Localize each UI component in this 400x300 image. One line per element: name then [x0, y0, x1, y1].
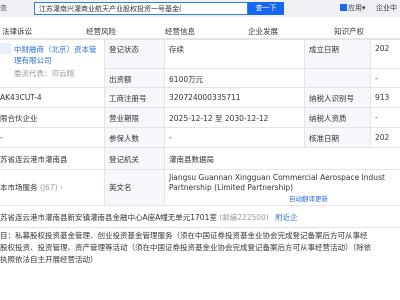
tab-operation-info[interactable]: 经营信息	[165, 26, 195, 37]
top-bar: 查 江苏灌南兴灌商业航天产业股权投资一号基金( 查一下 应用▾ 企业中	[0, 0, 400, 17]
taxpayer-qual-value: -	[375, 113, 378, 122]
partner-name-link[interactable]: 中财融商（北京）资本管	[14, 44, 97, 55]
partner-logo	[0, 43, 11, 54]
scope-line-2: 股权投资、投资管理、资产管理等活动（须在中国证券投资基金业协会完成登记备案后方可…	[0, 243, 372, 252]
taxpayer-qual-value-cell: -	[370, 108, 400, 127]
reg-authority-value-cell: 灌南县数据局	[164, 148, 400, 169]
english-name-label-cell: 英文名	[104, 170, 164, 205]
biz-term-label: 营业期限	[109, 114, 139, 123]
established-value: 202	[375, 44, 390, 53]
credit-code-value: AK43CUT-4	[0, 93, 42, 102]
reg-status-value: 存续	[169, 45, 184, 54]
established-label: 成立日期	[309, 45, 339, 54]
insured-label-cell: 参保人数	[104, 128, 164, 147]
contribution-label: 出资额	[109, 75, 132, 84]
taxpayer-id-value: 913	[375, 93, 390, 102]
industry-code: (J67)	[39, 183, 58, 192]
scope-line-3: 执照依法自主开展经营活动）	[0, 255, 98, 264]
biz-term-label-cell: 营业期限	[104, 108, 164, 127]
region-cell: 苏省连云港市灌南县	[0, 148, 104, 169]
scope-line-1: 目：私募股权投资基金管理、创业投资基金管理服务（须在中国证券投资基金业协会完成登…	[0, 231, 368, 240]
contribution-label-cell: 出资额	[104, 69, 164, 87]
table-row: 本市场服务 (J67) › 英文名 Jiangsu Guannan Xinggu…	[0, 170, 400, 206]
blank-value: -	[0, 133, 3, 142]
table-row: 限合伙企业 营业期限 2025-12-12 至 2030-12-12 纳税人资质…	[0, 108, 400, 128]
table-row: 目：私募股权投资基金管理、创业投资基金管理服务（须在中国证券投资基金业协会完成登…	[0, 228, 400, 270]
search-input[interactable]: 江苏灌南兴灌商业航天产业股权投资一号基金(	[34, 2, 248, 15]
approved-label: 核准日期	[309, 134, 339, 143]
partner-cell: 中财融商（北京）资本管 理有限公司 委派代表：邓云翔	[0, 40, 104, 87]
reg-authority-value: 灌南县数据局	[169, 155, 214, 164]
chevron-right-icon[interactable]: ›	[60, 183, 63, 192]
apps-grid-icon	[340, 4, 347, 11]
blank-cell: -	[0, 128, 104, 147]
auto-translate-link[interactable]: 自动翻译更新	[289, 193, 328, 203]
table-row: - 参保人数 - 核准日期 202	[0, 128, 400, 148]
entity-type-value: 限合伙企业	[0, 114, 38, 123]
section-tabs: 法律诉讼 经营风险 经营信息 企业发展 知识产权	[0, 26, 400, 39]
approved-value: 202	[375, 133, 390, 142]
insured-value-cell: -	[164, 128, 304, 147]
tab-ip[interactable]: 知识产权	[334, 26, 364, 37]
biz-reg-value-cell: 320724000335711	[164, 88, 304, 107]
business-scope-cell: 目：私募股权投资基金管理、创业投资基金管理服务（须在中国证券投资基金业协会完成登…	[0, 228, 400, 270]
region-value: 苏省连云港市灌南县	[0, 155, 68, 164]
nearby-companies-link[interactable]: 附近企	[275, 213, 298, 222]
credit-code-cell: AK43CUT-4	[0, 88, 104, 107]
reg-status-label: 登记状态	[109, 45, 139, 54]
english-name-line2: Partnership (Limited Partnership)	[169, 183, 294, 192]
contribution-right-value-cell: -	[370, 69, 400, 87]
contribution-right-label-cell	[304, 69, 370, 87]
delegate-label: 委派代表：	[14, 69, 52, 78]
reg-authority-label: 登记机关	[109, 155, 139, 164]
reg-authority-label-cell: 登记机关	[104, 148, 164, 169]
biz-term-value-cell: 2025-12-12 至 2030-12-12	[164, 108, 304, 127]
business-info-table: 中财融商（北京）资本管 理有限公司 委派代表：邓云翔 登记状态 存续 成立日期 …	[0, 39, 400, 264]
insured-value: -	[169, 133, 172, 142]
table-row: 苏省连云港市灌南县 登记机关 灌南县数据局	[0, 148, 400, 170]
industry-value: 本市场服务	[0, 183, 38, 192]
english-name-value-cell: Jiangsu Guannan Xingguan Commercial Aero…	[164, 170, 400, 205]
postal-code: (邮编222500)	[219, 213, 269, 222]
contribution-value: 6100万元	[169, 75, 204, 84]
approved-label-cell: 核准日期	[304, 128, 370, 147]
industry-cell: 本市场服务 (J67) ›	[0, 170, 104, 205]
biz-reg-label-cell: 工商注册号	[104, 88, 164, 107]
chevron-down-icon: ▾	[362, 4, 366, 12]
brand-logo[interactable]: 查	[0, 3, 14, 14]
address-value: 苏省连云港市灌南县新安镇灌南县金融中心A座A幢无单元1701室	[0, 213, 217, 222]
enterprise-center-link[interactable]: 企业中	[376, 3, 397, 13]
table-row: 出资额 6100万元 -	[104, 68, 400, 88]
app-menu-button[interactable]: 应用▾	[340, 3, 366, 13]
english-name-line1: Jiangsu Guannan Xingguan Commercial Aero…	[169, 173, 385, 182]
entity-type-cell: 限合伙企业	[0, 108, 104, 127]
taxpayer-qual-label-cell: 纳税人资质	[304, 108, 370, 127]
table-row: 苏省连云港市灌南县新安镇灌南县金融中心A座A幢无单元1701室 (邮编22250…	[0, 206, 400, 228]
taxpayer-id-value-cell: 913	[370, 88, 400, 107]
address-cell: 苏省连云港市灌南县新安镇灌南县金融中心A座A幢无单元1701室 (邮编22250…	[0, 206, 400, 227]
taxpayer-qual-label: 纳税人资质	[309, 114, 347, 123]
contribution-value-cell: 6100万元	[164, 69, 304, 87]
tab-development[interactable]: 企业发展	[248, 26, 278, 37]
english-name-label: 英文名	[109, 183, 132, 192]
delegate-name[interactable]: 邓云翔	[52, 69, 75, 78]
contribution-right-value: -	[375, 74, 378, 83]
app-menu-label: 应用	[348, 4, 362, 12]
tab-legal[interactable]: 法律诉讼	[2, 26, 32, 37]
insured-label: 参保人数	[109, 134, 139, 143]
taxpayer-id-label: 纳税人识别号	[309, 94, 354, 103]
approved-value-cell: 202	[370, 128, 400, 147]
tab-operation-risk[interactable]: 经营风险	[86, 26, 116, 37]
table-row: AK43CUT-4 工商注册号 320724000335711 纳税人识别号 9…	[0, 88, 400, 108]
taxpayer-id-label-cell: 纳税人识别号	[304, 88, 370, 107]
biz-term-value: 2025-12-12 至 2030-12-12	[169, 114, 269, 123]
biz-reg-value: 320724000335711	[169, 93, 241, 102]
search-button[interactable]: 查一下	[248, 2, 284, 15]
biz-reg-label: 工商注册号	[109, 94, 147, 103]
partner-name-link-2[interactable]: 理有限公司	[14, 55, 52, 66]
